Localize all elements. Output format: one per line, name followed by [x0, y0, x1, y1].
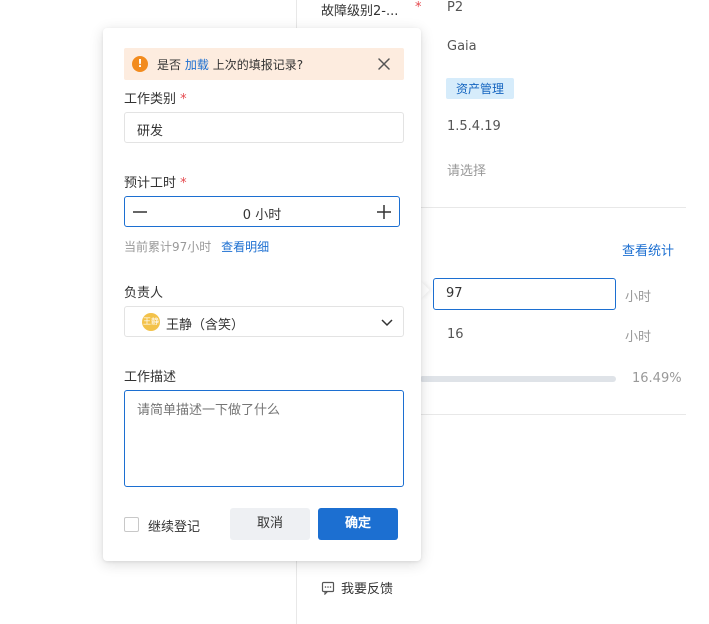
work-type-label: 工作类别 * [124, 92, 187, 107]
hours-unit: 小时 [625, 290, 652, 305]
view-details-link[interactable]: 查看明细 [221, 240, 269, 254]
owner-select[interactable]: 王静 王静（含笑） [124, 306, 404, 337]
work-type-value: 研发 [137, 124, 164, 139]
accumulated-hint: 当前累计97小时 查看明细 [124, 240, 270, 254]
remaining-hours-unit: 小时 [625, 330, 652, 345]
load-link[interactable]: 加载 [185, 58, 209, 72]
avatar: 王静 [142, 313, 160, 331]
hours-stepper-value: 0 小时 [242, 208, 282, 223]
version-value[interactable]: 1.5.4.19 [447, 119, 501, 134]
hours-stepper[interactable]: 0 小时 [124, 196, 400, 227]
feedback-button[interactable]: 我要反馈 [321, 578, 393, 597]
project-value[interactable]: Gaia [447, 39, 477, 54]
progress-percent: 16.49% [632, 371, 682, 386]
est-hours-label: 预计工时 * [124, 176, 187, 191]
progress-fill [420, 376, 453, 382]
warning-icon: ! [132, 56, 148, 72]
view-stats-link[interactable]: 查看统计 [622, 240, 674, 259]
increment-icon[interactable] [377, 205, 391, 219]
continue-label: 继续登记 [148, 520, 201, 535]
feedback-icon [321, 581, 335, 595]
remaining-hours-value: 16 [447, 327, 464, 342]
fault-level-value[interactable]: P2 [447, 0, 463, 15]
module-tag[interactable]: 资产管理 [446, 78, 515, 99]
hours-input[interactable]: 97 [433, 278, 616, 310]
progress-bar [420, 376, 616, 382]
confirm-button[interactable]: 确定 [318, 508, 398, 540]
work-type-field[interactable]: 研发 [124, 112, 404, 143]
banner-text: 是否 加载 上次的填报记录? [157, 58, 304, 72]
cancel-button[interactable]: 取消 [230, 508, 310, 540]
description-textarea[interactable] [124, 390, 404, 487]
restore-banner: ! 是否 加载 上次的填报记录? [124, 48, 404, 80]
owner-label: 负责人 [124, 286, 164, 301]
select-placeholder[interactable]: 请选择 [447, 160, 486, 179]
chevron-down-icon [381, 319, 393, 327]
close-icon[interactable] [376, 56, 392, 72]
continue-checkbox[interactable] [124, 517, 139, 532]
fault-level-label: 故障级别2-... [321, 4, 399, 19]
required-mark: * [415, 0, 422, 15]
work-log-popover: ! 是否 加载 上次的填报记录? 工作类别 * 研发 预计工时 * 0 小时 当… [103, 28, 421, 561]
owner-value: 王静（含笑） [166, 318, 245, 333]
feedback-label: 我要反馈 [341, 582, 394, 597]
description-label: 工作描述 [124, 370, 177, 385]
